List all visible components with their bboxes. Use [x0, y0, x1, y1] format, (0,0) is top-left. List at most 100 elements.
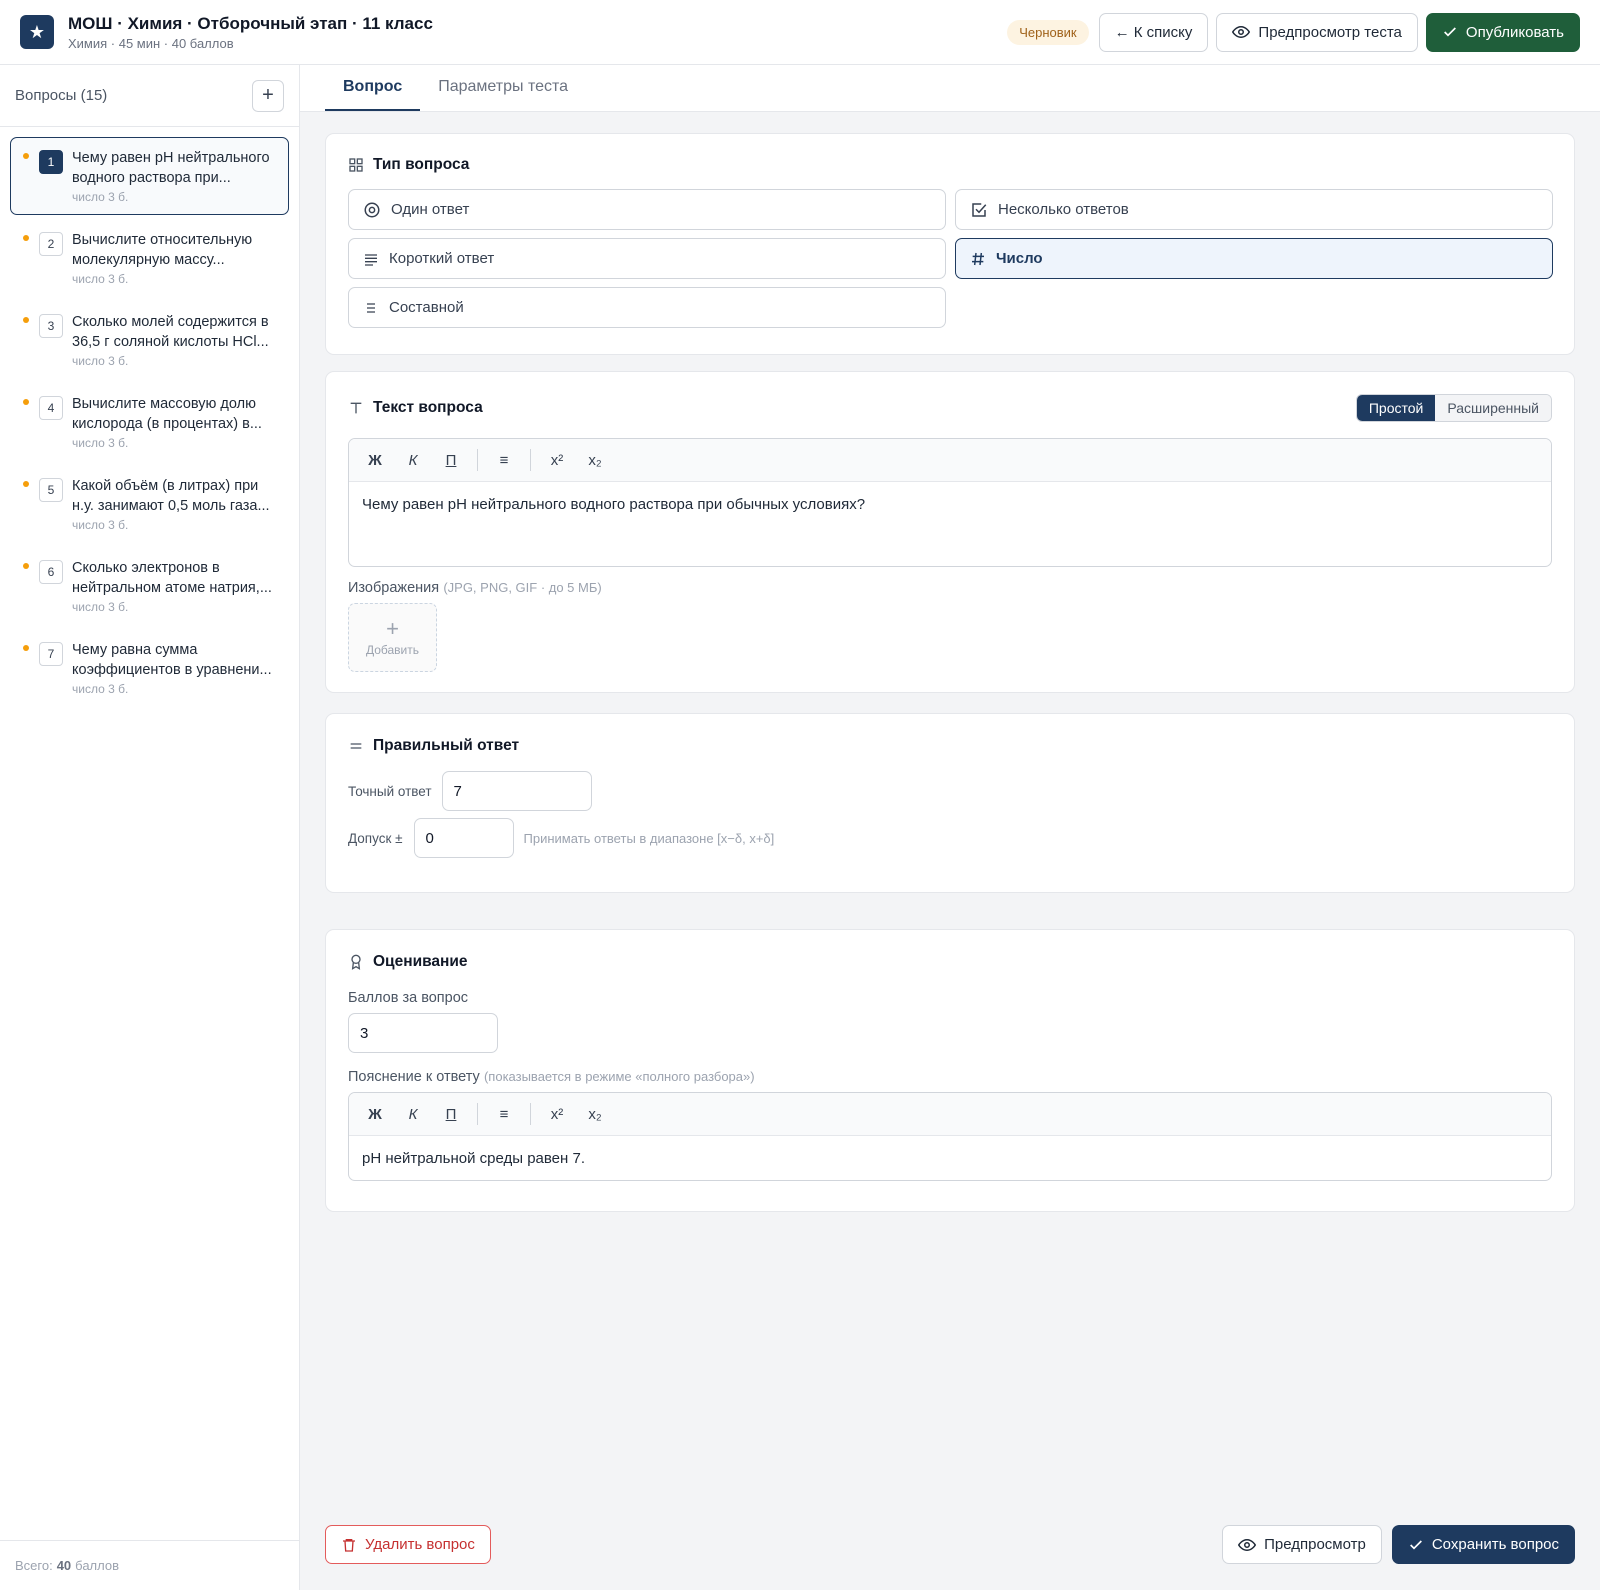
question-list-item[interactable]: 2 Вычислите относительную молекулярную м… — [10, 219, 289, 297]
tab-question[interactable]: Вопрос — [325, 65, 421, 111]
main-content: Вопрос Параметры теста Тип вопроса Один … — [300, 65, 1600, 1590]
type-option-single[interactable]: Один ответ — [348, 189, 946, 230]
publish-button[interactable]: Опубликовать — [1425, 12, 1580, 52]
exact-answer-input[interactable]: 7 — [441, 771, 592, 811]
check-icon — [1409, 1539, 1422, 1550]
subscript-button[interactable]: x₂ — [577, 1099, 613, 1129]
question-preview-text: Сколько электронов в нейтральном атоме н… — [72, 560, 272, 596]
list-button[interactable]: ≡ — [486, 1099, 522, 1129]
bold-button[interactable]: Ж — [357, 445, 393, 475]
type-option-label: Несколько ответов — [998, 201, 1129, 218]
type-option-number[interactable]: Число — [955, 238, 1553, 279]
correct-answer-card: Правильный ответ Точный ответ 7 Допуск ±… — [325, 713, 1575, 893]
explanation-label: Пояснение к ответу — [348, 1069, 480, 1085]
status-dot — [23, 399, 29, 405]
app-header: ★ МОШ · Химия · Отборочный этап · 11 кла… — [0, 0, 1600, 65]
status-dot — [23, 563, 29, 569]
question-preview-text: Чему равен pH нейтрального водного раств… — [72, 150, 270, 186]
add-image-button[interactable]: + Добавить — [348, 603, 437, 672]
tolerance-input[interactable]: 0 — [413, 818, 514, 858]
toolbar-divider — [477, 449, 478, 471]
question-text-heading: Текст вопроса Простой Расширенный — [348, 394, 1552, 422]
hash-icon — [972, 252, 984, 265]
preview-test-label: Предпросмотр теста — [1258, 23, 1402, 41]
question-number: 7 — [39, 642, 63, 666]
type-option-multiple[interactable]: Несколько ответов — [955, 189, 1553, 230]
questions-sidebar: Вопросы (15) + 1 Чему равен pH нейтральн… — [0, 65, 300, 1590]
question-list-item[interactable]: 5 Какой объём (в литрах) при н.у. занима… — [10, 465, 289, 543]
question-body: Чему равен pH нейтрального водного раств… — [72, 148, 277, 204]
type-option-label: Короткий ответ — [389, 250, 495, 267]
list-icon — [367, 302, 375, 313]
question-preview-text: Какой объём (в литрах) при н.у. занимают… — [72, 478, 270, 514]
list-button[interactable]: ≡ — [486, 445, 522, 475]
award-icon — [351, 954, 361, 970]
page-title: МОШ · Химия · Отборочный этап · 11 класс — [68, 13, 433, 33]
italic-button[interactable]: К — [395, 445, 431, 475]
tolerance-row: Допуск ± 0 Принимать ответы в диапазоне … — [348, 818, 1552, 858]
back-to-list-button[interactable]: ← К списку — [1098, 12, 1209, 52]
checkbox-icon — [972, 202, 987, 217]
lines-icon — [365, 253, 377, 266]
tab-test-settings[interactable]: Параметры теста — [420, 65, 586, 111]
correct-answer-heading: Правильный ответ — [348, 737, 1552, 755]
type-option-short[interactable]: Короткий ответ — [348, 238, 946, 279]
total-label: Всего: — [15, 1558, 53, 1573]
bold-button[interactable]: Ж — [357, 1099, 393, 1129]
preview-label: Предпросмотр — [1264, 1536, 1366, 1553]
question-text-title: Текст вопроса — [373, 399, 483, 416]
explanation-editor: Ж К П ≡ x² x₂ pH нейтральной среды равен… — [348, 1092, 1552, 1181]
underline-button[interactable]: П — [433, 1099, 469, 1129]
radio-icon — [364, 202, 380, 217]
points-input[interactable]: 3 — [348, 1013, 498, 1053]
type-option-label: Число — [996, 250, 1043, 267]
correct-answer-title: Правильный ответ — [373, 737, 520, 754]
mode-simple-button[interactable]: Простой — [1356, 395, 1436, 421]
add-question-button[interactable]: + — [252, 79, 284, 112]
superscript-button[interactable]: x² — [539, 445, 575, 475]
editor-toolbar: Ж К П ≡ x² x₂ — [349, 439, 1551, 482]
tolerance-label: Допуск ± — [348, 830, 403, 846]
tab-bar: Вопрос Параметры теста — [300, 65, 1600, 112]
delete-question-button[interactable]: Удалить вопрос — [325, 1525, 491, 1564]
add-image-label: Добавить — [365, 642, 420, 657]
question-meta: число 3 б. — [72, 272, 129, 286]
questions-count-heading: Вопросы (15) — [15, 87, 108, 104]
question-meta: число 3 б. — [72, 600, 129, 614]
grading-title: Оценивание — [373, 953, 468, 970]
italic-button[interactable]: К — [395, 1099, 431, 1129]
subscript-button[interactable]: x₂ — [577, 445, 613, 475]
superscript-button[interactable]: x² — [539, 1099, 575, 1129]
preview-test-button[interactable]: Предпросмотр теста — [1216, 12, 1418, 52]
question-list-item[interactable]: 7 Чему равна сумма коэффициентов в уравн… — [10, 629, 289, 707]
question-text-card: Текст вопроса Простой Расширенный Ж К П … — [325, 371, 1575, 693]
question-type-card: Тип вопроса Один ответ Несколько ответов… — [325, 133, 1575, 355]
save-question-button[interactable]: Сохранить вопрос — [1391, 1525, 1575, 1564]
type-option-compound[interactable]: Составной — [348, 287, 946, 328]
question-number: 3 — [39, 314, 63, 338]
total-points: 40 — [56, 1558, 72, 1573]
question-text-content[interactable]: Чему равен pH нейтрального водного раств… — [349, 482, 1551, 527]
question-list-item[interactable]: 1 Чему равен pH нейтрального водного рас… — [10, 137, 289, 215]
question-list-item[interactable]: 4 Вычислите массовую долю кислорода (в п… — [10, 383, 289, 461]
question-number: 1 — [39, 150, 63, 174]
check-icon — [1443, 27, 1456, 37]
question-list-item[interactable]: 6 Сколько электронов в нейтральном атоме… — [10, 547, 289, 625]
explanation-content[interactable]: pH нейтральной среды равен 7. — [349, 1136, 1551, 1180]
right-actions: Предпросмотр Сохранить вопрос — [1222, 1525, 1575, 1564]
publish-label: Опубликовать — [1465, 23, 1564, 41]
question-type-title: Тип вопроса — [373, 156, 470, 173]
preview-question-button[interactable]: Предпросмотр — [1222, 1525, 1382, 1564]
star-logo-icon: ★ — [20, 15, 54, 49]
question-number: 4 — [39, 396, 63, 420]
status-badge: Черновик — [1007, 19, 1089, 45]
question-body: Сколько молей содержится в 36,5 г соляно… — [72, 312, 277, 368]
question-meta: число 3 б. — [72, 436, 129, 450]
points-label: Баллов за вопрос — [348, 990, 469, 1006]
question-meta: число 3 б. — [72, 190, 129, 204]
status-dot — [23, 153, 29, 159]
mode-advanced-button[interactable]: Расширенный — [1435, 395, 1551, 421]
question-list-item[interactable]: 3 Сколько молей содержится в 36,5 г соля… — [10, 301, 289, 379]
underline-button[interactable]: П — [433, 445, 469, 475]
question-preview-text: Чему равна сумма коэффициентов в уравнен… — [72, 642, 272, 678]
